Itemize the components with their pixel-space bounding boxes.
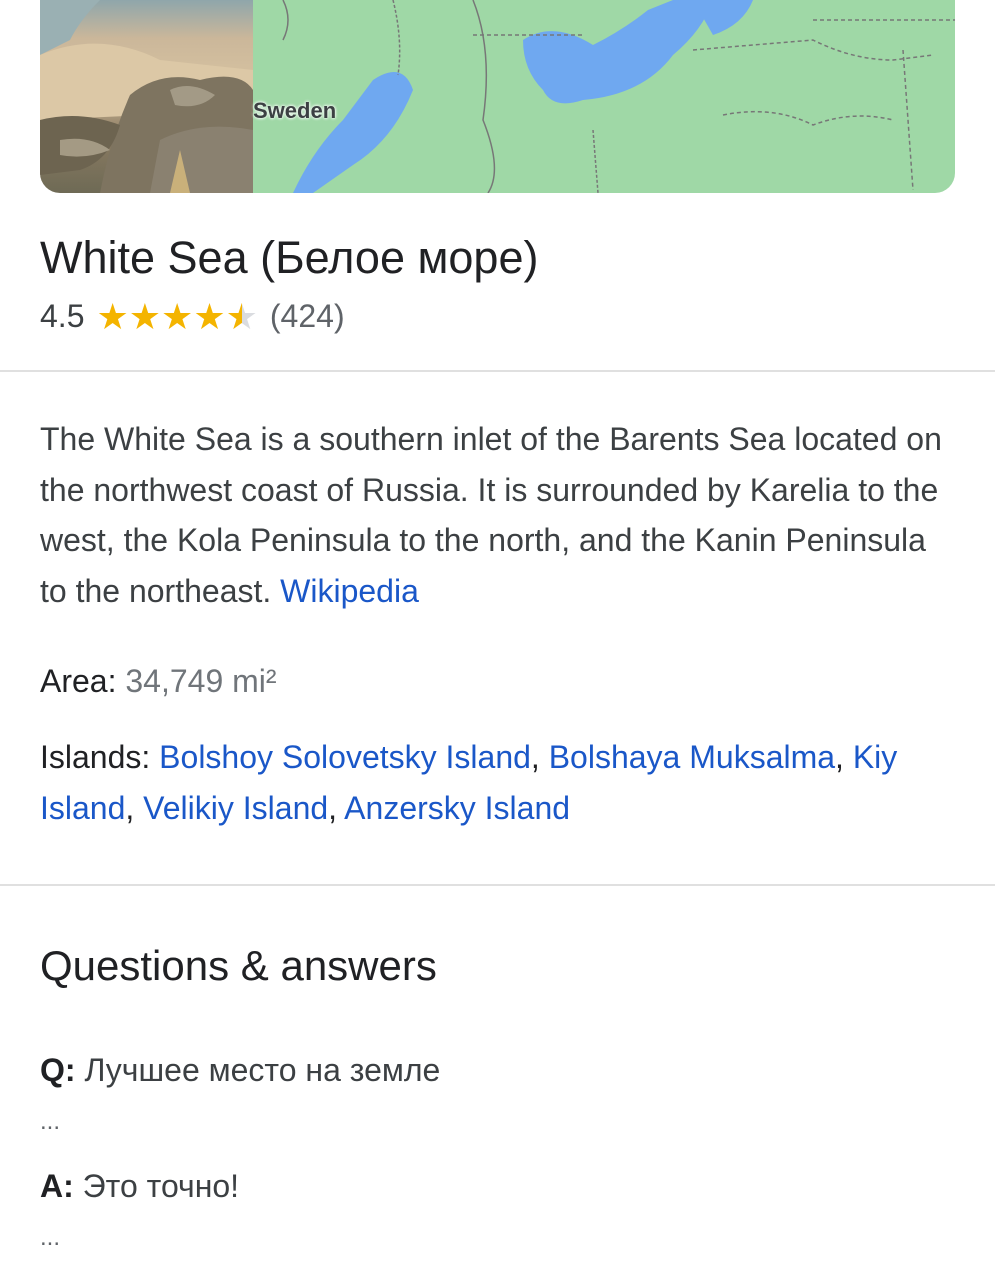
map-illustration — [282, 0, 955, 193]
list-separator: , — [835, 739, 844, 775]
island-link[interactable]: Anzersky Island — [344, 790, 570, 826]
answer-text: Это точно! — [82, 1168, 240, 1204]
review-count: (424) — [269, 298, 345, 334]
answer-prefix: A: — [40, 1168, 74, 1204]
place-photo[interactable] — [40, 0, 253, 193]
place-title: White Sea (Белое море) — [40, 232, 539, 283]
qa-section-title: Questions & answers — [40, 942, 437, 989]
list-separator: , — [125, 789, 135, 826]
island-link[interactable]: Bolshoy Solovetsky Island — [159, 739, 531, 775]
list-separator: , — [328, 789, 338, 826]
islands-label: Islands: — [40, 739, 151, 775]
area-label: Area: — [40, 663, 117, 699]
rating-row[interactable]: 4.5 ★ ★ ★ ★ ★ (424) — [40, 298, 345, 335]
islands-row: Islands: Bolshoy Solovetsky Island, Bols… — [40, 732, 960, 833]
question-prefix: Q: — [40, 1052, 76, 1088]
answer-more[interactable]: ... — [40, 1224, 60, 1252]
map-preview[interactable]: Sweden — [253, 0, 955, 193]
place-description: The White Sea is a southern inlet of the… — [40, 414, 960, 616]
photo-illustration — [40, 0, 253, 193]
star-icon: ★ — [96, 295, 129, 337]
section-divider — [0, 370, 995, 372]
area-value: 34,749 mi² — [125, 663, 277, 699]
description-text: The White Sea is a southern inlet of the… — [40, 421, 942, 609]
answer-item[interactable]: A: Это точно! — [40, 1168, 239, 1205]
list-separator: , — [530, 739, 540, 775]
question-item[interactable]: Q: Лучшее место на земле — [40, 1052, 440, 1089]
question-text: Лучшее место на земле — [84, 1052, 441, 1088]
island-link[interactable]: Bolshaya Muksalma — [549, 739, 835, 775]
area-row: Area: 34,749 mi² — [40, 656, 277, 707]
map-country-label: Sweden — [253, 98, 337, 123]
star-icon: ★ — [161, 295, 194, 337]
half-star-icon: ★ — [225, 295, 258, 337]
star-icon: ★ — [128, 295, 162, 337]
island-link[interactable]: Velikiy Island — [143, 790, 328, 826]
section-divider — [0, 884, 995, 886]
star-icon: ★ — [193, 295, 226, 337]
question-more[interactable]: ... — [40, 1108, 60, 1136]
rating-stars: ★ ★ ★ ★ ★ — [96, 295, 258, 337]
rating-value: 4.5 — [40, 298, 85, 334]
hero-images: Sweden — [40, 0, 955, 193]
wikipedia-link[interactable]: Wikipedia — [280, 573, 419, 609]
